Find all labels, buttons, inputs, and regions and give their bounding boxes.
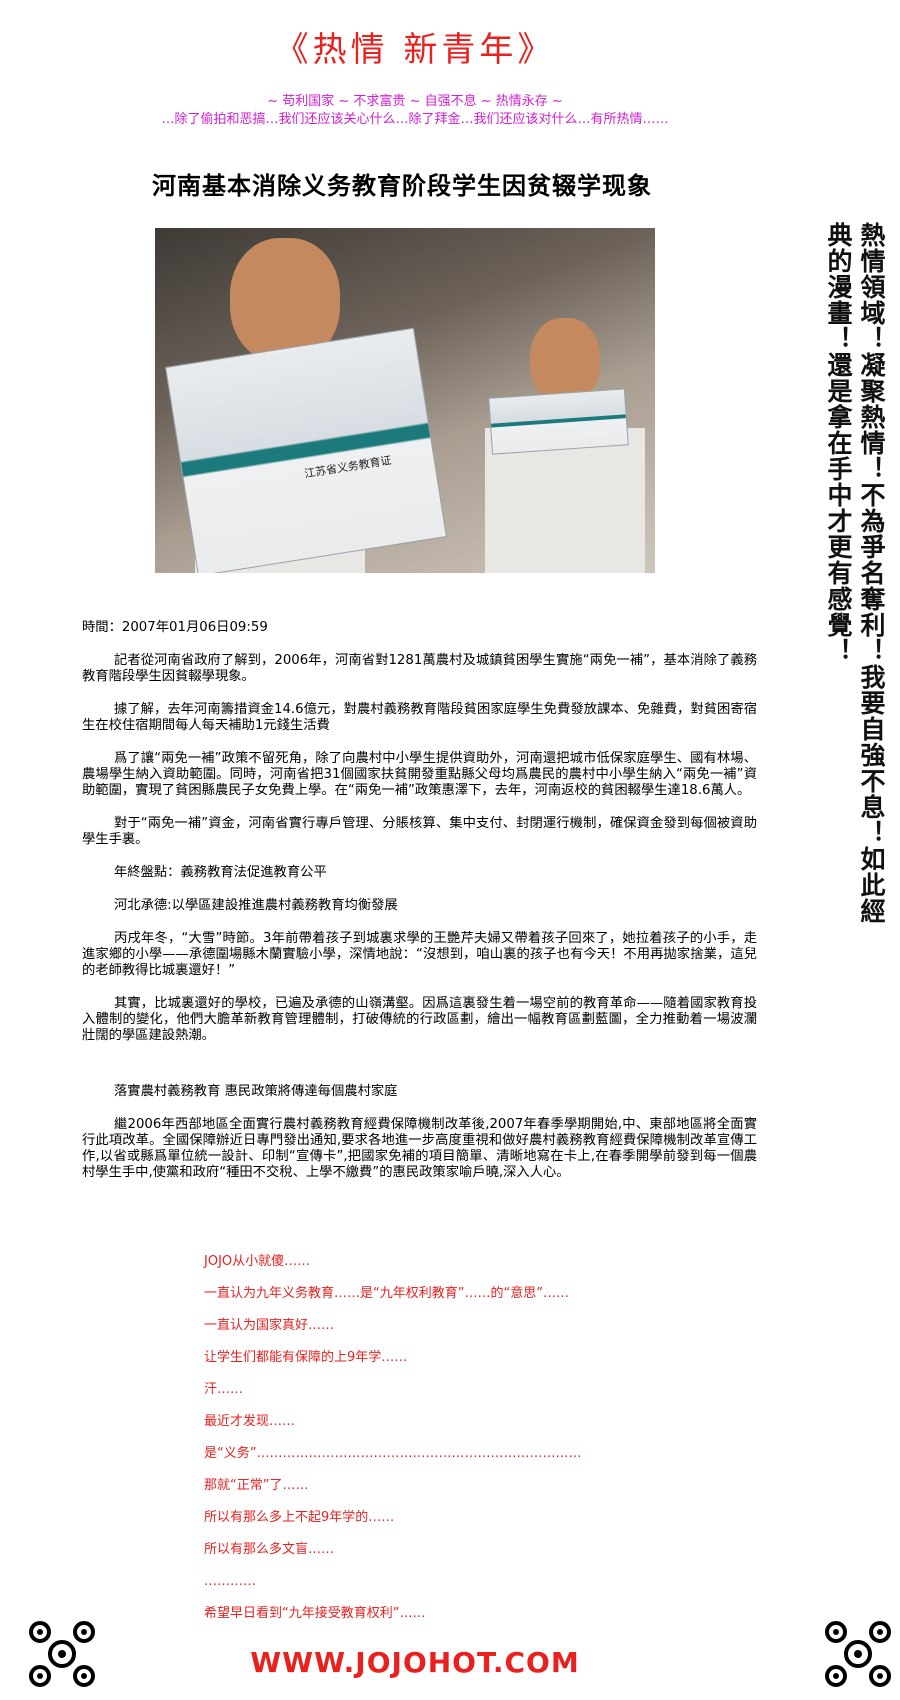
site-title: 《热情 新青年》 [274,30,556,70]
article-paragraph: 記者從河南省政府了解到，2006年，河南省對1281萬農村及城鎮貧困學生實施“兩… [82,653,757,684]
comment-lines: JOJO从小就傻…… 一直认为九年义务教育……是“九年权利教育”……的“意思”…… [204,1254,581,1638]
article-paragraph: 爲了讓“兩免一補”政策不留死角，除了向農村中小學生提供資助外，河南還把城市低保家… [82,751,757,798]
sidebar-vertical-slogan: 熱情領域！凝聚熱情！不為爭名奪利！我要自強不息！如此經典的漫畫！還是拿在手中才更… [824,222,886,924]
article-time: 時間：2007年01月06日09:59 [82,620,268,635]
photo-card-main: 江苏省义务教育证 [164,327,448,573]
comment-line: 让学生们都能有保障的上9年学…… [204,1350,408,1365]
site-subtagline: …除了偷拍和恶搞…我们还应该关心什么…除了拜金…我们还应该对什么…有所热情…… [161,112,669,127]
article-paragraph: 繼2006年西部地區全面實行農村義務教育經費保障機制改革後,2007年春季學期開… [82,1117,757,1180]
article-body: 時間：2007年01月06日09:59 記者從河南省政府了解到，2006年，河南… [82,620,757,1198]
article-headline: 河南基本消除义务教育阶段学生因贫辍学现象 [152,172,652,200]
comment-line: JOJO从小就傻…… [204,1254,311,1269]
photo-card-text: 江苏省义务教育证 [303,453,393,481]
comment-line: 希望早日看到“九年接受教育权利”…… [204,1606,426,1621]
photo-card-right [488,388,629,455]
article-subheading: 年終盤點：義務教育法促進教育公平 [114,865,327,880]
comment-line: 所以有那么多上不起9年学的…… [204,1510,395,1525]
comment-line: 最近才发现…… [204,1414,296,1429]
comment-line: 所以有那么多文盲…… [204,1542,335,1557]
comment-line: 一直认为国家真好…… [204,1318,335,1333]
ornament-icon [825,1621,891,1687]
comment-line: 汗…… [204,1382,244,1397]
comment-line: ………… [204,1574,256,1589]
comment-line: 那就“正常”了…… [204,1478,309,1493]
article-photo: 江苏省义务教育证 [155,228,655,573]
article-paragraph: 據了解，去年河南籌措資金14.6億元，對農村義務教育階段貧困家庭學生免費發放課本… [82,702,757,733]
comment-line: 是“义务”………………………………………………………………… [204,1446,582,1461]
article-paragraph: 其實，比城裏還好的學校，已遍及承德的山嶺溝壑。因爲這裏發生着一場空前的教育革命—… [82,996,757,1043]
article-subheading: 河北承德:以學區建設推進農村義務教育均衡發展 [114,898,398,913]
article-subheading: 落實農村義務教育 惠民政策將傳達每個農村家庭 [114,1084,398,1099]
site-tagline: ~ 苟利国家 ~ 不求富贵 ~ 自强不息 ~ 热情永存 ~ [267,94,563,109]
footer-site-url[interactable]: WWW.JOJOHOT.COM [0,1646,830,1679]
comment-line: 一直认为九年义务教育……是“九年权利教育”……的“意思”…… [204,1286,569,1301]
article-paragraph: 丙戌年冬，“大雪”時節。3年前帶着孩子到城裏求學的王艷芹夫婦又帶着孩子回來了，她… [82,931,757,978]
article-paragraph: 對于“兩免一補”資金，河南省實行專戶管理、分賬核算、集中支付、封閉運行機制，確保… [82,816,757,847]
